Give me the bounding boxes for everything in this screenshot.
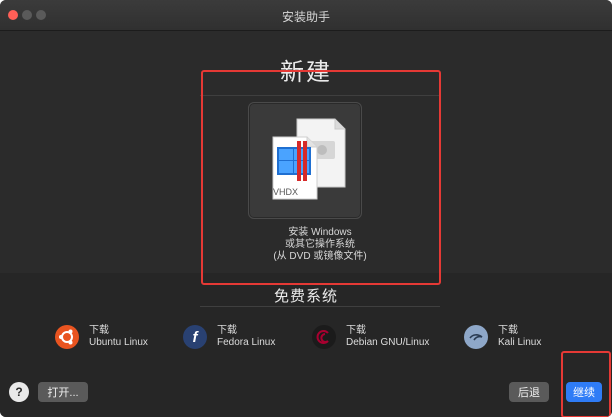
- os-name: Kali Linux: [498, 337, 542, 348]
- kali-icon: [464, 325, 488, 349]
- install-line2: 或其它操作系统: [285, 239, 355, 250]
- free-section-title: 免费系统: [273, 288, 338, 305]
- window-title: 安装助手: [281, 10, 330, 24]
- install-windows-text: 安装 Windows 或其它操作系统 (从 DVD 或镜像文件): [200, 227, 440, 263]
- installer-window: 安装助手 新建 VHDX 安装 Windows 或其它操作系统 (从 DVD 或…: [0, 0, 612, 417]
- open-button[interactable]: 打开...: [38, 382, 88, 402]
- fedora-icon: f: [183, 325, 207, 349]
- continue-button[interactable]: 继续: [566, 382, 602, 402]
- new-section-title: 新建: [280, 59, 332, 86]
- install-line3: (从 DVD 或镜像文件): [273, 251, 367, 262]
- titlebar: 安装助手: [0, 0, 612, 31]
- help-button[interactable]: ?: [9, 382, 29, 402]
- os-name: Debian GNU/Linux: [346, 337, 430, 348]
- download-debian[interactable]: 下载 Debian GNU/Linux: [312, 322, 429, 352]
- os-name: Ubuntu Linux: [89, 337, 148, 348]
- install-line1: 安装 Windows: [288, 227, 352, 238]
- download-fedora[interactable]: f 下载 Fedora Linux: [183, 322, 275, 352]
- install-windows-card[interactable]: VHDX: [248, 102, 362, 219]
- os-name: Fedora Linux: [217, 337, 276, 348]
- vhdx-label: VHDX: [273, 187, 299, 197]
- debian-icon: [312, 325, 336, 349]
- download-label: 下载: [89, 325, 109, 336]
- download-kali[interactable]: 下载 Kali Linux: [464, 322, 541, 352]
- download-label: 下载: [346, 325, 366, 336]
- download-label: 下载: [217, 325, 237, 336]
- back-button[interactable]: 后退: [509, 382, 549, 402]
- download-ubuntu[interactable]: 下载 Ubuntu Linux: [55, 322, 148, 352]
- free-section-divider: [200, 306, 440, 307]
- ubuntu-icon: [55, 325, 79, 349]
- download-label: 下载: [498, 325, 518, 336]
- new-section-divider: [200, 95, 440, 96]
